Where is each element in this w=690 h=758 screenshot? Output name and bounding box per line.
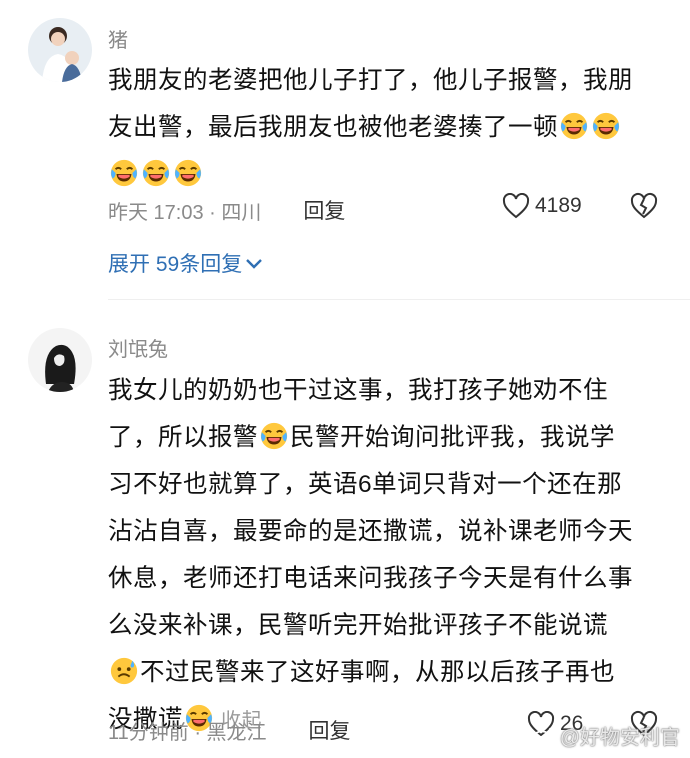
laughing-crying-emoji-icon bbox=[591, 111, 621, 141]
reply-button[interactable]: 回复 bbox=[309, 715, 351, 745]
watermark-text: @好物安利官 bbox=[559, 727, 680, 749]
comment-2: 刘氓兔 我女儿的奶奶也干过这事，我打孩子她劝不住 了，所以报警 民警开始询问批评我… bbox=[0, 300, 690, 758]
comment-line: 习不好也就算了，英语6单词只背对一个还在那 bbox=[108, 471, 623, 498]
laughing-crying-emoji-icon bbox=[259, 421, 289, 451]
expand-replies-link[interactable]: 展开 59条回复 bbox=[108, 248, 263, 278]
comment-line-text: 友出警，最后我朋友也被他老婆揍了一顿 bbox=[108, 114, 558, 141]
comment-text: 我女儿的奶奶也干过这事，我打孩子她劝不住 了，所以报警 民警开始询问批评我，我说学… bbox=[108, 367, 668, 745]
chevron-down-icon bbox=[246, 259, 263, 269]
laughing-crying-emoji-icon bbox=[109, 158, 139, 188]
expand-replies-label: 展开 59条回复 bbox=[108, 253, 243, 276]
comment-line: 我朋友的老婆把他儿子打了，他儿子报警，我朋 bbox=[108, 67, 633, 94]
timestamp-location: 昨天 17:03 · 四川 bbox=[108, 201, 262, 224]
comment-line-text: 不过民警来了这好事啊，从那以后孩子再也 bbox=[140, 659, 615, 686]
comment-line: 么没来补课，民警听完开始批评孩子不能说谎 bbox=[108, 612, 608, 639]
comment-line: 友出警，最后我朋友也被他老婆揍了一顿 bbox=[108, 104, 668, 151]
dislike-button[interactable] bbox=[630, 192, 658, 225]
comment-line: 了，所以报警 民警开始询问批评我，我说学 bbox=[108, 414, 668, 461]
reply-button[interactable]: 回复 bbox=[303, 195, 345, 225]
laughing-crying-emoji-icon bbox=[173, 158, 203, 188]
comment-line: 休息，老师还打电话来问我孩子今天是有什么事 bbox=[108, 565, 633, 592]
comment-1: 猪 我朋友的老婆把他儿子打了，他儿子报警，我朋 友出警，最后我朋友也被他老婆揍了… bbox=[0, 0, 690, 300]
username[interactable]: 猪 bbox=[108, 24, 128, 53]
laughing-crying-emoji-icon bbox=[559, 111, 589, 141]
weibo-logo-icon bbox=[531, 727, 555, 745]
username[interactable]: 刘氓兔 bbox=[108, 333, 168, 362]
comment-meta: 11分钟前 · 黑龙江 回复 bbox=[108, 715, 351, 745]
broken-heart-icon bbox=[630, 192, 658, 219]
laughing-crying-emoji-icon bbox=[141, 158, 171, 188]
comment-meta: 昨天 17:03 · 四川 回复 bbox=[108, 195, 345, 225]
comment-line-text: 了，所以报警 bbox=[108, 424, 258, 451]
comment-line: 沾沾自喜，最要命的是还撒谎，说补课老师今天 bbox=[108, 518, 633, 545]
comment-text: 我朋友的老婆把他儿子打了，他儿子报警，我朋 友出警，最后我朋友也被他老婆揍了一顿 bbox=[108, 57, 668, 198]
avatar[interactable] bbox=[28, 18, 92, 82]
timestamp-location: 11分钟前 · 黑龙江 bbox=[108, 721, 267, 744]
heart-outline-icon bbox=[502, 193, 530, 219]
comment-line bbox=[108, 151, 668, 198]
like-button[interactable]: 4189 bbox=[502, 193, 582, 219]
comment-line: 不过民警来了这好事啊，从那以后孩子再也 bbox=[108, 649, 668, 696]
like-count: 4189 bbox=[535, 194, 582, 217]
avatar[interactable] bbox=[28, 328, 92, 392]
sweating-emoji-icon bbox=[109, 656, 139, 686]
comment-line-text: 民警开始询问批评我，我说学 bbox=[290, 424, 615, 451]
comment-line: 我女儿的奶奶也干过这事，我打孩子她劝不住 bbox=[108, 377, 608, 404]
watermark: @好物安利官 bbox=[531, 721, 680, 750]
